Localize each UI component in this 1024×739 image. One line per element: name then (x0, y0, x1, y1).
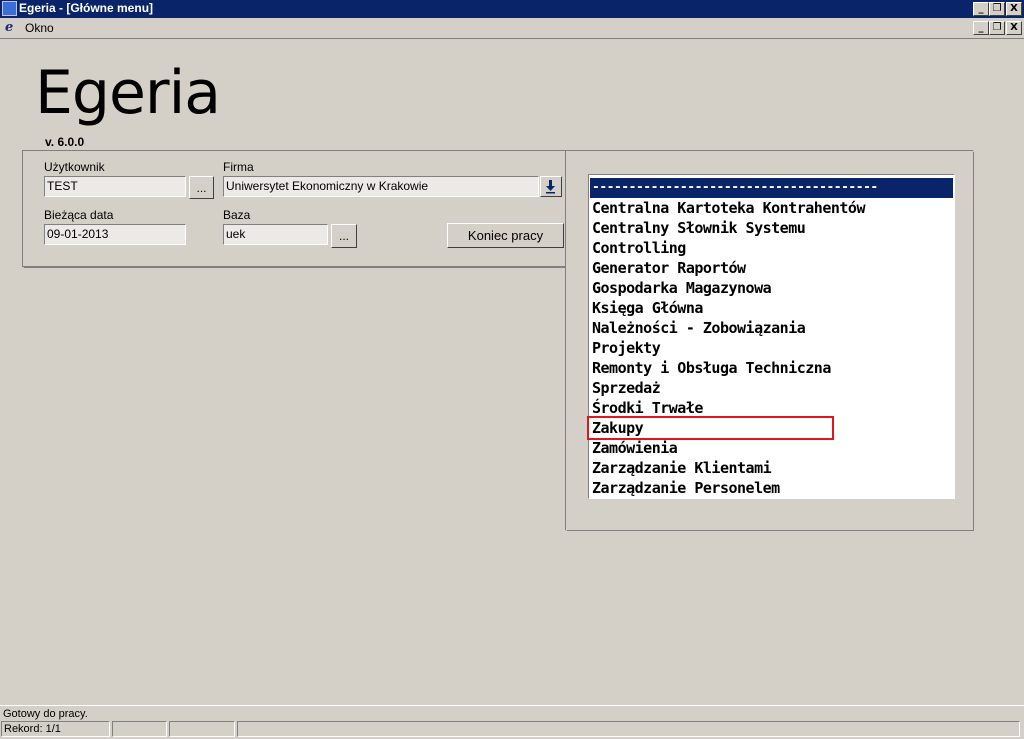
status-pane (112, 721, 167, 737)
list-item[interactable]: Gospodarka Magazynowa (592, 278, 952, 298)
db-browse-button[interactable]: ... (331, 224, 357, 248)
title-bar: Egeria - [Główne menu] _ ❐ X (0, 0, 1024, 18)
list-item[interactable]: Sprzedaż (592, 378, 952, 398)
list-item[interactable]: Controlling (592, 238, 952, 258)
firm-label: Firma (223, 160, 254, 174)
firm-field[interactable]: Uniwersytet Ekonomiczny w Krakowie (223, 176, 539, 197)
db-field[interactable]: uek (223, 224, 328, 245)
egeria-e-icon[interactable]: e (5, 21, 19, 35)
highlight-box (587, 416, 834, 440)
list-item[interactable]: Zarządzanie Personelem (592, 478, 952, 498)
list-item[interactable]: Środki Trwałe (592, 398, 952, 418)
list-item[interactable]: Centralna Kartoteka Kontrahentów (592, 198, 952, 218)
panel-divider (22, 266, 566, 267)
module-list-separator[interactable]: --------------------------------------- (590, 178, 953, 198)
restore-button[interactable]: ❐ (989, 2, 1005, 16)
db-label: Baza (223, 208, 251, 222)
date-label: Bieżąca data (44, 208, 114, 222)
status-message: Gotowy do pracy. (3, 708, 88, 720)
egeria-logo: Egeria (35, 58, 221, 128)
mdi-close-button[interactable]: X (1006, 21, 1022, 35)
list-item[interactable]: Zarządzanie Klientami (592, 458, 952, 478)
app-icon (2, 1, 17, 16)
user-field[interactable]: TEST (44, 176, 186, 197)
list-item[interactable]: Należności - Zobowiązania (592, 318, 952, 338)
record-pane: Rekord: 1/1 (1, 721, 110, 737)
mdi-minimize-button[interactable]: _ (973, 21, 989, 35)
window-title: Egeria - [Główne menu] (19, 1, 154, 15)
list-item[interactable]: Księga Główna (592, 298, 952, 318)
arrow-down-icon (546, 180, 555, 194)
list-item[interactable]: Centralny Słownik Systemu (592, 218, 952, 238)
menu-bar: e Okno _ ❐ X (0, 18, 1024, 39)
close-button[interactable]: X (1006, 2, 1022, 16)
status-pane (169, 721, 235, 737)
user-label: Użytkownik (44, 160, 105, 174)
firm-dropdown-button[interactable] (540, 176, 562, 197)
end-work-button[interactable]: Koniec pracy (447, 223, 564, 248)
list-item[interactable]: Remonty i Obsługa Techniczna (592, 358, 952, 378)
user-browse-button[interactable]: ... (189, 176, 214, 199)
list-item[interactable]: Generator Raportów (592, 258, 952, 278)
status-pane (237, 721, 1020, 737)
date-field[interactable]: 09-01-2013 (44, 224, 186, 245)
status-bar: Gotowy do pracy. (0, 705, 1024, 722)
version-label: v. 6.0.0 (45, 135, 85, 149)
minimize-button[interactable]: _ (973, 2, 989, 16)
list-item[interactable]: Zamówienia (592, 438, 952, 458)
menu-okno[interactable]: Okno (25, 21, 54, 35)
list-item[interactable]: Projekty (592, 338, 952, 358)
mdi-restore-button[interactable]: ❐ (989, 21, 1005, 35)
module-list[interactable]: --------------------------------------- … (588, 174, 955, 499)
